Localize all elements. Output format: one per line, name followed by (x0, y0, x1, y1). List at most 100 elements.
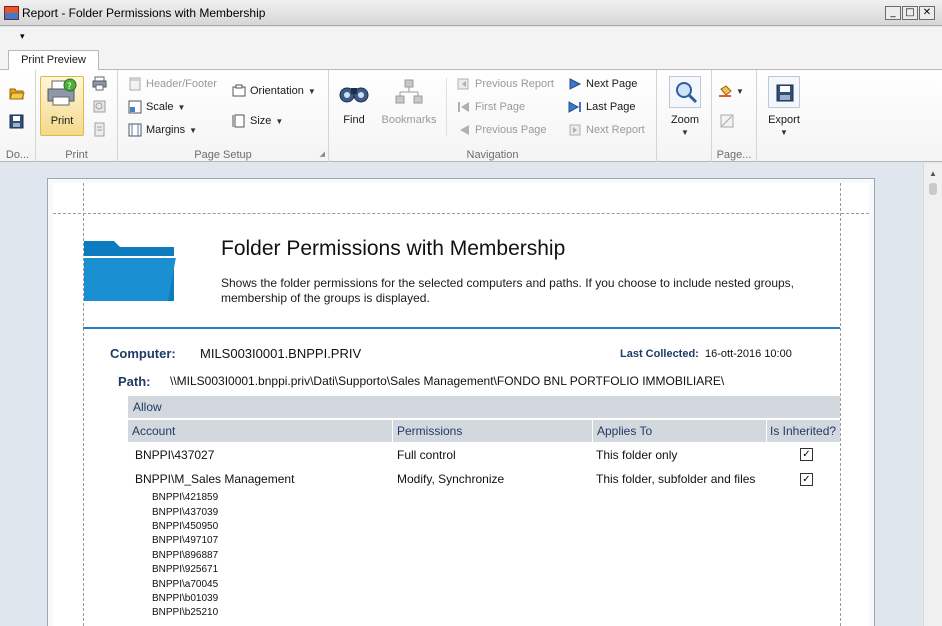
print-button[interactable]: ? Print (40, 76, 84, 136)
next-report-button: Next Report (568, 123, 645, 137)
path-label: Path: (118, 374, 151, 389)
watermark-icon (720, 114, 734, 128)
member-list-item: BNPPI\450950 (152, 521, 219, 532)
previous-report-icon (457, 78, 469, 90)
report-description: Shows the folder permissions for the sel… (221, 276, 794, 305)
ribbon-group-page-background: ▼ Page... (712, 70, 757, 162)
orientation-icon (232, 84, 246, 97)
window-title: Report - Folder Permissions with Members… (22, 6, 266, 20)
tab-print-preview[interactable]: Print Preview (8, 50, 99, 71)
find-button[interactable]: Find (335, 76, 373, 126)
chevron-down-icon: ▼ (681, 128, 689, 137)
ribbon-group-document: Do... (0, 70, 36, 162)
member-list-item: BNPPI\b01039 (152, 593, 219, 604)
ribbon-group-print: ? Print Print (36, 70, 118, 162)
group-label-page-setup: Page Setup (194, 149, 252, 161)
ribbon-group-zoom: Zoom ▼ (657, 70, 712, 162)
scale-icon (128, 100, 142, 114)
printer-icon: ? (47, 78, 77, 106)
column-header-is-inherited: Is Inherited? (767, 420, 840, 442)
title-bar: Report - Folder Permissions with Members… (0, 0, 942, 26)
ribbon-group-page-setup: Header/Footer Scale ▼ Margins ▼ Orientat… (118, 70, 329, 162)
close-button[interactable]: ✕ (919, 6, 935, 20)
customize-quick-access-icon[interactable]: ▾ (20, 31, 25, 42)
vertical-scrollbar[interactable]: ▲ (923, 163, 942, 626)
export-disk-icon (768, 76, 800, 108)
margin-guide-top (53, 213, 869, 214)
bookmarks-tree-icon (395, 79, 423, 104)
table-row-applies-to: This folder only (596, 448, 678, 462)
member-list-item: BNPPI\925671 (152, 564, 219, 575)
group-label-document: Do... (5, 149, 30, 161)
chevron-down-icon: ▼ (189, 125, 198, 135)
size-button[interactable]: Size ▼ (232, 114, 283, 128)
open-folder-icon[interactable] (9, 86, 25, 100)
next-page-icon (569, 78, 582, 90)
last-page-button[interactable]: Last Page (568, 100, 636, 114)
export-button[interactable]: Export ▼ (766, 76, 802, 138)
group-label-print: Print (65, 149, 88, 161)
group-label-navigation: Navigation (466, 149, 519, 161)
chevron-down-icon: ▼ (275, 116, 284, 126)
ribbon-group-navigation: Find Bookmarks Previous Report First Pag… (329, 70, 657, 162)
path-value: \\MILS003I0001.bnppi.priv\Dati\Supporto\… (170, 374, 725, 388)
scroll-up-icon[interactable]: ▲ (929, 169, 937, 178)
last-page-icon (568, 101, 581, 113)
last-collected-value: 16-ott-2016 10:00 (705, 348, 792, 360)
scale-button[interactable]: Scale ▼ (128, 100, 185, 114)
margin-guide-right (840, 183, 841, 626)
table-row-account: BNPPI\437027 (135, 448, 215, 462)
print-options-icon (93, 100, 106, 113)
column-header-permissions: Permissions (393, 420, 592, 442)
member-list-item: BNPPI\421859 (152, 492, 219, 503)
orientation-button[interactable]: Orientation ▼ (232, 84, 316, 98)
previous-page-button: Previous Page (457, 123, 547, 137)
page-color-button[interactable]: ▼ (718, 84, 744, 98)
table-row-account: BNPPI\M_Sales Management (135, 472, 295, 486)
paint-bucket-icon (719, 85, 732, 97)
computer-label: Computer: (110, 346, 176, 361)
ribbon-tab-row: Print Preview (0, 47, 942, 71)
member-list-item: BNPPI\b25210 (152, 607, 219, 618)
dialog-launcher-icon[interactable]: ◢ (320, 150, 325, 158)
quick-print-icon[interactable] (92, 76, 107, 91)
header-footer-icon (129, 77, 141, 91)
previous-report-button: Previous Report (457, 77, 554, 91)
ribbon: Do... ? Print Print Header/Footer Scale … (0, 70, 942, 162)
column-header-applies-to: Applies To (593, 420, 766, 442)
margins-button[interactable]: Margins ▼ (128, 123, 197, 137)
column-header-account: Account (128, 420, 392, 442)
inherited-checkbox: ✓ (800, 448, 813, 461)
ribbon-group-export: Export ▼ (757, 70, 812, 162)
chevron-down-icon: ▼ (780, 128, 788, 137)
member-list-item: BNPPI\a70045 (152, 579, 219, 590)
app-icon (4, 6, 19, 20)
chevron-down-icon: ▼ (736, 86, 744, 96)
first-page-icon (458, 102, 469, 112)
maximize-button[interactable]: □ (902, 6, 918, 20)
table-row-permissions: Modify, Synchronize (397, 472, 505, 486)
allow-section-header (128, 396, 840, 418)
header-footer-button: Header/Footer (128, 77, 217, 91)
group-label-page-background: Page... (716, 149, 752, 161)
scrollbar-thumb[interactable] (929, 183, 937, 195)
separator (446, 78, 447, 136)
last-collected-label: Last Collected: (620, 348, 699, 360)
member-list-item: BNPPI\896887 (152, 550, 219, 561)
chevron-down-icon: ▼ (177, 102, 186, 112)
page-setup-icon (94, 122, 105, 137)
zoom-button[interactable]: Zoom ▼ (667, 76, 703, 138)
inherited-checkbox: ✓ (800, 473, 813, 486)
allow-section-label: Allow (133, 400, 162, 414)
table-row-applies-to: This folder, subfolder and files (596, 472, 756, 486)
next-page-button[interactable]: Next Page (568, 77, 637, 91)
previous-page-icon (460, 125, 469, 135)
member-list-item: BNPPI\497107 (152, 535, 219, 546)
svg-text:?: ? (67, 82, 72, 92)
quick-access-toolbar: ▾ (0, 27, 942, 47)
minimize-button[interactable]: _ (885, 6, 901, 20)
margins-icon (128, 123, 142, 137)
report-title: Folder Permissions with Membership (221, 237, 566, 260)
first-page-button: First Page (457, 100, 525, 114)
save-icon[interactable] (9, 114, 24, 129)
